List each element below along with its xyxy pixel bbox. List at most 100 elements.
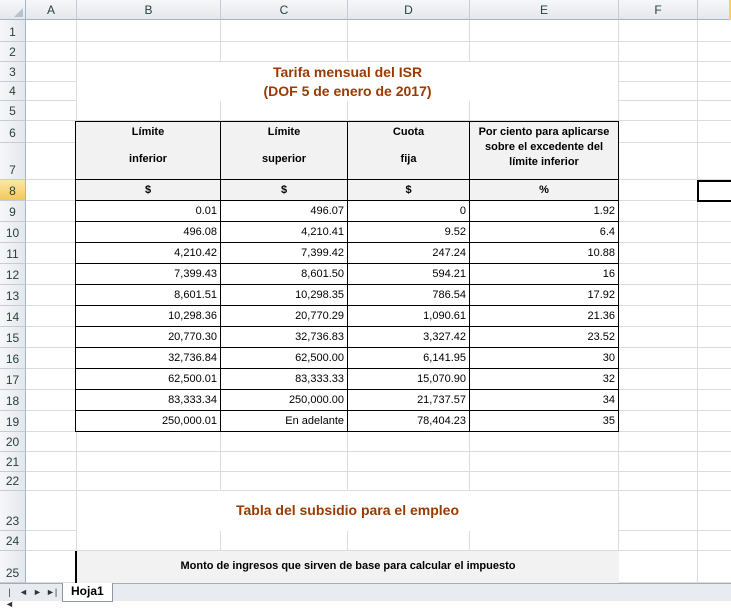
- row-header-25[interactable]: 25: [0, 551, 26, 583]
- table-cell[interactable]: 4,210.41: [220, 221, 348, 243]
- row-header-13[interactable]: 13: [0, 285, 26, 306]
- table-cell[interactable]: 4,210.42: [75, 242, 221, 264]
- row-header-4[interactable]: 4: [0, 82, 26, 101]
- table-cell[interactable]: 78,404.23: [347, 410, 470, 432]
- row-header-22[interactable]: 22: [0, 472, 26, 491]
- gridline: [26, 41, 731, 42]
- next-sheet-button[interactable]: ►: [32, 586, 43, 598]
- row-header-20[interactable]: 20: [0, 432, 26, 452]
- table-cell[interactable]: 7,399.43: [75, 263, 221, 285]
- table-cell[interactable]: 250,000.00: [220, 389, 348, 411]
- prev-sheet-button[interactable]: ◄: [18, 586, 29, 598]
- selected-cell[interactable]: [697, 180, 731, 202]
- table-cell[interactable]: 1,090.61: [347, 305, 470, 327]
- table-cell[interactable]: 83,333.33: [220, 368, 348, 390]
- header-por-ciento[interactable]: Por ciento para aplicarse sobre el exced…: [469, 121, 619, 180]
- table-cell[interactable]: En adelante: [220, 410, 348, 432]
- table-cell[interactable]: 62,500.00: [220, 347, 348, 369]
- last-sheet-button[interactable]: ►|: [46, 586, 57, 598]
- row-header-12[interactable]: 12: [0, 264, 26, 285]
- table-cell[interactable]: 30: [469, 347, 619, 369]
- table-cell[interactable]: 1.92: [469, 200, 619, 222]
- table-cell[interactable]: 6,141.95: [347, 347, 470, 369]
- row-header-1[interactable]: 1: [0, 20, 26, 42]
- subsidio-title: Tabla del subsidio para el empleo: [235, 502, 460, 518]
- table-cell[interactable]: 247.24: [347, 242, 470, 264]
- table-cell[interactable]: 17.92: [469, 284, 619, 306]
- sheet-tab-hoja1[interactable]: Hoja1: [62, 583, 113, 602]
- row-header-16[interactable]: 16: [0, 348, 26, 369]
- row-header-23[interactable]: 23: [0, 491, 26, 531]
- table-cell[interactable]: 83,333.34: [75, 389, 221, 411]
- unit-cell[interactable]: $: [220, 179, 348, 201]
- table-cell[interactable]: 32,736.84: [75, 347, 221, 369]
- table-cell[interactable]: 32: [469, 368, 619, 390]
- row-header-3[interactable]: 3: [0, 62, 26, 82]
- row-header-14[interactable]: 14: [0, 306, 26, 327]
- gridline: [26, 471, 731, 472]
- table-cell[interactable]: 15,070.90: [347, 368, 470, 390]
- unit-cell[interactable]: $: [347, 179, 470, 201]
- table-cell[interactable]: 7,399.42: [220, 242, 348, 264]
- unit-cell[interactable]: %: [469, 179, 619, 201]
- header-cuota-fija[interactable]: Cuota fija: [347, 121, 470, 180]
- column-header-g[interactable]: [698, 0, 731, 20]
- isr-subtitle: (DOF 5 de enero de 2017): [263, 83, 432, 99]
- table-cell[interactable]: 594.21: [347, 263, 470, 285]
- table-cell[interactable]: 9.52: [347, 221, 470, 243]
- row-header-11[interactable]: 11: [0, 243, 26, 264]
- column-header-b[interactable]: B: [77, 0, 221, 20]
- row-header-10[interactable]: 10: [0, 222, 26, 243]
- table-cell[interactable]: 496.08: [75, 221, 221, 243]
- row-header-2[interactable]: 2: [0, 42, 26, 62]
- table-cell[interactable]: 10,298.35: [220, 284, 348, 306]
- table-cell[interactable]: 3,327.42: [347, 326, 470, 348]
- table-cell[interactable]: 23.52: [469, 326, 619, 348]
- table-cell[interactable]: 8,601.50: [220, 263, 348, 285]
- spreadsheet-grid[interactable]: ABCDEF 1 2 3 4 5 6 7 8 9 10 11 12 13 14 15 16 17 18 19 20 21…: [0, 0, 731, 583]
- table-cell[interactable]: 35: [469, 410, 619, 432]
- table-cell[interactable]: 8,601.51: [75, 284, 221, 306]
- gridline: [26, 451, 731, 452]
- table-cell[interactable]: 62,500.01: [75, 368, 221, 390]
- table-cell[interactable]: 786.54: [347, 284, 470, 306]
- table-cell[interactable]: 10,298.36: [75, 305, 221, 327]
- table-cell[interactable]: 20,770.30: [75, 326, 221, 348]
- row-header-24[interactable]: 24: [0, 531, 26, 551]
- column-header-c[interactable]: C: [221, 0, 348, 20]
- column-header-a[interactable]: A: [26, 0, 77, 20]
- table-cell[interactable]: 496.07: [220, 200, 348, 222]
- row-header-5[interactable]: 5: [0, 101, 26, 121]
- column-header-d[interactable]: D: [348, 0, 470, 20]
- first-sheet-button[interactable]: |◄: [4, 586, 15, 609]
- select-all-corner[interactable]: [0, 0, 26, 20]
- row-header-7[interactable]: 7: [0, 143, 26, 180]
- column-header-f[interactable]: F: [619, 0, 698, 20]
- table-cell[interactable]: 250,000.01: [75, 410, 221, 432]
- header-limite-superior[interactable]: Límite superior: [220, 121, 348, 180]
- row-header-6[interactable]: 6: [0, 121, 26, 143]
- unit-cell[interactable]: $: [75, 179, 221, 201]
- sheet-tab-bar: |◄ ◄ ► ►| Hoja1: [0, 583, 731, 609]
- row-header-17[interactable]: 17: [0, 369, 26, 390]
- table-cell[interactable]: 20,770.29: [220, 305, 348, 327]
- row-header-8[interactable]: 8: [0, 180, 26, 201]
- table-cell[interactable]: 21.36: [469, 305, 619, 327]
- table-cell[interactable]: 16: [469, 263, 619, 285]
- table-cell[interactable]: 0: [347, 200, 470, 222]
- table-cell[interactable]: 10.88: [469, 242, 619, 264]
- gridline: [697, 20, 698, 583]
- row-header-9[interactable]: 9: [0, 201, 26, 222]
- header-limite-inferior[interactable]: Límite inferior: [75, 121, 221, 180]
- subsidio-header-cell[interactable]: Monto de ingresos que sirven de base par…: [75, 551, 619, 583]
- row-header-18[interactable]: 18: [0, 390, 26, 411]
- row-header-19[interactable]: 19: [0, 411, 26, 432]
- table-cell[interactable]: 21,737.57: [347, 389, 470, 411]
- table-cell[interactable]: 34: [469, 389, 619, 411]
- row-header-15[interactable]: 15: [0, 327, 26, 348]
- column-header-e[interactable]: E: [470, 0, 619, 20]
- table-cell[interactable]: 6.4: [469, 221, 619, 243]
- table-cell[interactable]: 0.01: [75, 200, 221, 222]
- table-cell[interactable]: 32,736.83: [220, 326, 348, 348]
- row-header-21[interactable]: 21: [0, 452, 26, 472]
